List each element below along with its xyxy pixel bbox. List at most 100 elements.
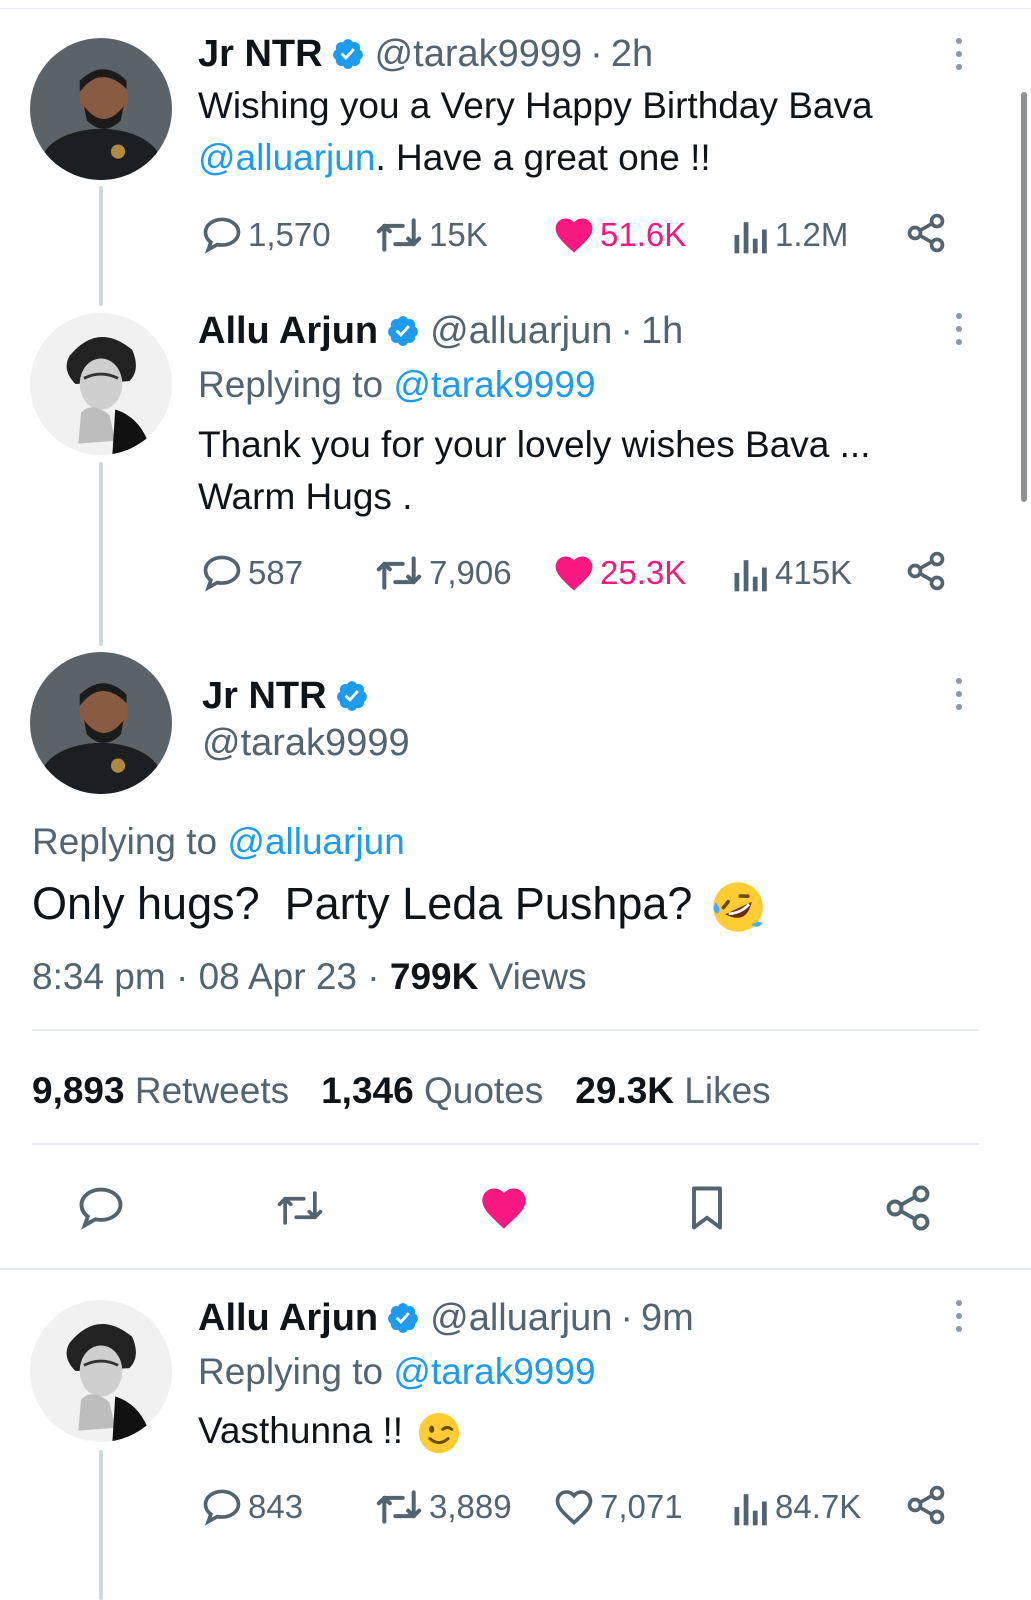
replying-to-mention[interactable]: @tarak9999: [393, 1351, 595, 1392]
reply-icon: [203, 217, 241, 254]
like-button[interactable]: 25.3K: [552, 551, 686, 595]
tweet-time[interactable]: 8:34 pm: [32, 956, 166, 997]
tweet-date[interactable]: 08 Apr 23: [199, 956, 357, 997]
quotes-stat[interactable]: 1,346 Quotes: [321, 1068, 543, 1114]
more-options-icon[interactable]: [954, 38, 964, 78]
mention-link[interactable]: @alluarjun: [198, 137, 375, 178]
avatar-allu-arjun[interactable]: [30, 313, 172, 455]
retweet-button[interactable]: 15K: [373, 213, 488, 257]
author-handle[interactable]: @alluarjun: [430, 308, 612, 354]
share-icon: [907, 213, 945, 253]
reply-button[interactable]: 1,570: [200, 213, 331, 257]
quotes-total: 1,346: [321, 1070, 414, 1111]
avatar-allu-arjun[interactable]: [30, 1300, 172, 1442]
views-icon: [734, 560, 767, 592]
views-count: 84.7K: [775, 1488, 862, 1525]
verified-badge-icon: [336, 681, 367, 711]
retweet-icon: [376, 218, 422, 252]
verified-badge-icon: [388, 316, 419, 346]
verified-badge-icon: [332, 39, 363, 69]
separator: ·: [620, 1297, 634, 1339]
more-options-icon[interactable]: [954, 313, 964, 353]
like-count: 51.6K: [600, 216, 687, 253]
separator: ·: [367, 956, 380, 997]
separator: ·: [175, 956, 189, 997]
heart-filled-icon: [555, 218, 593, 253]
bookmark-icon: [692, 1186, 722, 1230]
views-icon: [734, 222, 767, 254]
retweet-button[interactable]: 7,906: [373, 551, 512, 595]
avatar-jr-ntr[interactable]: [30, 38, 172, 180]
reply-count: 1,570: [248, 216, 331, 253]
retweet-count: 3,889: [429, 1488, 512, 1525]
bookmark-action-button[interactable]: [681, 1182, 733, 1234]
tweet-text-rest: . Have a great one !!: [375, 137, 711, 178]
like-count: 7,071: [600, 1488, 683, 1525]
more-options-icon[interactable]: [954, 1300, 964, 1340]
like-action-button[interactable]: [478, 1182, 530, 1234]
scrollbar[interactable]: [1021, 92, 1027, 502]
retweet-button[interactable]: 3,889: [373, 1485, 512, 1529]
like-button[interactable]: 7,071: [552, 1485, 683, 1529]
replying-to-label: Replying to: [198, 364, 384, 405]
share-button[interactable]: [904, 549, 952, 593]
timestamp[interactable]: 2h: [611, 31, 653, 77]
views-button[interactable]: 1.2M: [731, 213, 848, 257]
retweet-icon: [376, 1490, 422, 1524]
retweet-icon: [376, 556, 422, 590]
likes-stat[interactable]: 29.3K Likes: [575, 1068, 770, 1114]
divider: [32, 1029, 979, 1031]
share-icon: [907, 551, 945, 591]
views-label: Views: [488, 956, 587, 997]
reply-button[interactable]: 587: [200, 551, 303, 595]
engagement-counts: 9,893 Retweets 1,346 Quotes 29.3K Likes: [32, 1068, 803, 1114]
author-name[interactable]: Jr NTR: [202, 673, 327, 719]
author-name[interactable]: Allu Arjun: [198, 308, 378, 354]
author-handle[interactable]: @tarak9999: [202, 720, 410, 766]
views-total: 799K: [389, 956, 479, 997]
heart-filled-icon: [555, 556, 593, 591]
reply-count: 843: [248, 1488, 304, 1525]
tweet-text: Only hugs? Party Leda Pushpa?: [32, 878, 693, 929]
reply-icon: [203, 1489, 241, 1526]
share-button[interactable]: [904, 1483, 952, 1527]
views-count: 1.2M: [775, 216, 849, 253]
author-name[interactable]: Allu Arjun: [198, 1295, 378, 1341]
views-button[interactable]: 415K: [731, 551, 852, 595]
author-name[interactable]: Jr NTR: [198, 31, 323, 77]
reply-icon: [79, 1187, 123, 1230]
likes-label: Likes: [684, 1070, 771, 1111]
views-button[interactable]: 84.7K: [731, 1485, 861, 1529]
timestamp[interactable]: 1h: [641, 308, 683, 354]
tweet-text-line: Warm Hugs .: [198, 476, 413, 517]
divider: [32, 1143, 979, 1145]
retweet-action-button[interactable]: [274, 1182, 326, 1234]
timestamp[interactable]: 9m: [641, 1295, 694, 1341]
author-handle[interactable]: @tarak9999: [375, 31, 583, 77]
replying-to-mention[interactable]: @alluarjun: [227, 821, 404, 862]
reply-button[interactable]: 843: [200, 1485, 303, 1529]
reply-icon: [203, 555, 241, 592]
heart-outline-icon: [555, 1490, 593, 1526]
separator: ·: [590, 33, 603, 75]
like-button[interactable]: 51.6K: [552, 213, 686, 257]
replying-to-line: Replying to @tarak9999: [198, 358, 596, 411]
thread-line: [99, 462, 103, 646]
likes-total: 29.3K: [575, 1070, 675, 1111]
winking-face-emoji-icon: [419, 1413, 460, 1454]
verified-badge-icon: [388, 1303, 419, 1333]
author-handle[interactable]: @alluarjun: [430, 1295, 612, 1341]
reply-action-button[interactable]: [75, 1182, 127, 1234]
more-options-icon[interactable]: [954, 678, 964, 718]
avatar-jr-ntr[interactable]: [30, 652, 172, 794]
views-icon: [734, 1494, 767, 1526]
separator: ·: [620, 310, 634, 352]
retweets-stat[interactable]: 9,893 Retweets: [32, 1068, 289, 1114]
share-action-button[interactable]: [882, 1182, 934, 1234]
divider: [0, 1268, 1031, 1270]
tweet-meta: 8:34 pm · 08 Apr 23 · 799K Views: [32, 950, 587, 1003]
replying-to-mention[interactable]: @tarak9999: [393, 364, 595, 405]
share-button[interactable]: [904, 211, 952, 255]
replying-to-line: Replying to @alluarjun: [32, 815, 405, 868]
tweet-header: Jr NTR @tarak9999 · 2h: [198, 31, 653, 77]
